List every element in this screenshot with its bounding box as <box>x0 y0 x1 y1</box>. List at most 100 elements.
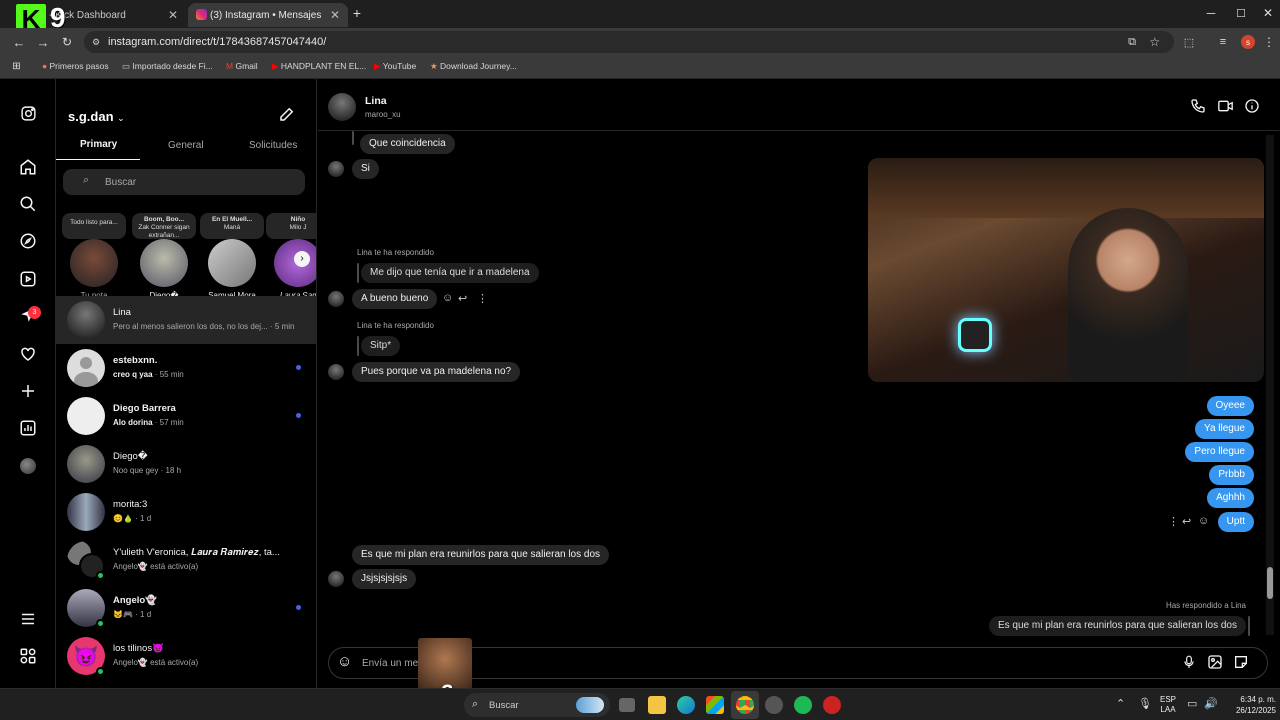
message-bubble[interactable]: Que coincidencia <box>360 134 455 154</box>
media-icon[interactable]: ≡ <box>1216 35 1230 49</box>
video-call-icon[interactable] <box>1217 98 1234 119</box>
tray-chevron-icon[interactable]: ⌃ <box>1116 697 1125 710</box>
contact-avatar[interactable] <box>328 93 356 121</box>
volume-icon[interactable]: 🔊 <box>1204 697 1218 710</box>
file-explorer-icon[interactable] <box>648 696 666 714</box>
extensions-icon[interactable]: ⬚ <box>1182 35 1196 49</box>
tab-solicitudes[interactable]: Solicitudes <box>249 140 297 151</box>
new-tab-icon[interactable]: + <box>350 5 364 21</box>
bookmark-gmail[interactable]: M Gmail <box>226 61 258 71</box>
site-info-icon[interactable]: ⚙ <box>92 31 100 53</box>
create-icon[interactable] <box>16 379 40 403</box>
bookmark-primeros-pasos[interactable]: ● Primeros pasos <box>42 61 109 71</box>
search-icon[interactable] <box>16 192 40 216</box>
back-icon[interactable]: ← <box>12 35 26 50</box>
store-icon[interactable] <box>706 696 724 714</box>
stories-next-button[interactable]: › <box>294 251 310 267</box>
clock[interactable]: 6:34 p. m. 26/12/2025 <box>1220 694 1276 716</box>
bookmark-handplant[interactable]: ▶ HANDPLANT EN EL... <box>272 61 366 72</box>
profile-avatar[interactable] <box>16 454 40 478</box>
scrollbar-thumb[interactable] <box>1267 567 1273 599</box>
reply-icon[interactable]: ↩ <box>1182 515 1191 528</box>
image-icon[interactable] <box>1207 654 1223 675</box>
tab-general[interactable]: General <box>168 140 204 151</box>
forward-icon[interactable]: → <box>36 35 50 50</box>
maximize-icon[interactable]: ☐ <box>1234 6 1248 20</box>
spotify-icon[interactable] <box>794 696 812 714</box>
instagram-logo-icon[interactable] <box>16 101 40 125</box>
reload-icon[interactable]: ↻ <box>60 35 74 49</box>
story-your-note[interactable]: Todo listo para... Tu nota <box>62 213 126 300</box>
sent-message-bubble[interactable]: Oyeee <box>1206 396 1254 416</box>
sticker-icon[interactable] <box>1233 654 1249 675</box>
emoji-react-icon[interactable]: ☺ <box>1198 515 1209 527</box>
story-laura[interactable]: NiñoMilo J 𝐿𝑎𝑢𝑟𝑎 𝑆𝑎𝑛 <box>266 213 316 300</box>
conversation-morita[interactable]: morita:3 😊🍐 · 1 d <box>56 488 316 536</box>
sent-message-bubble[interactable]: Pero llegue <box>1185 442 1254 462</box>
task-view-icon[interactable] <box>619 698 635 712</box>
more-options-icon[interactable]: ⋮ <box>477 292 488 305</box>
sent-message-bubble[interactable]: Prbbb <box>1209 465 1254 485</box>
conversation-los-tilinos[interactable]: 😈 los tilinos😈 Angelo👻 está activo(a) <box>56 632 316 680</box>
close-icon[interactable]: ✕ <box>168 8 178 22</box>
chrome-icon[interactable] <box>736 696 754 714</box>
taskbar-search[interactable]: ⌕ Buscar <box>464 693 610 717</box>
explore-icon[interactable] <box>16 229 40 253</box>
home-icon[interactable] <box>16 155 40 179</box>
microphone-icon[interactable] <box>1182 654 1196 675</box>
account-switcher[interactable]: s.g.dan ⌄ <box>68 109 125 124</box>
story-diego[interactable]: Boom, Boo... Zak Conner sigan extrañan...… <box>132 213 196 300</box>
conversation-group-yulieth[interactable]: Y'ulieth V'eronica, 𝑳𝒂𝒖𝒓𝒂 𝑹𝒂𝒎𝒊𝒓𝒆𝒛, ta...… <box>56 536 316 584</box>
new-message-icon[interactable] <box>278 105 296 128</box>
emoji-react-icon[interactable]: ☺ <box>442 292 453 304</box>
message-bubble[interactable]: Si <box>352 159 379 179</box>
info-icon[interactable] <box>1244 98 1260 119</box>
bookmark-youtube[interactable]: ▶ YouTube <box>374 61 416 72</box>
recording-app-icon[interactable] <box>823 696 841 714</box>
message-bubble[interactable]: Es que mi plan era reunirlos para que sa… <box>352 545 610 565</box>
app-icon[interactable] <box>765 696 783 714</box>
story-samuel-mora[interactable]: En El Muell...Maná Samuel Mora <box>200 213 264 300</box>
message-bubble[interactable]: A bueno bueno <box>352 289 438 309</box>
dashboard-icon[interactable] <box>16 416 40 440</box>
minimize-icon[interactable]: ─ <box>1204 6 1218 20</box>
quoted-message[interactable]: Sitp* <box>361 336 401 356</box>
sent-message-bubble[interactable]: Uptt <box>1217 512 1254 532</box>
bookmark-star-icon[interactable]: ☆ <box>1149 31 1160 53</box>
scrollbar[interactable] <box>1266 135 1274 635</box>
conversation-angelo[interactable]: Angelo👻 🐱🎮 · 1 d <box>56 584 316 632</box>
phone-icon[interactable] <box>1190 98 1206 119</box>
tab-instagram[interactable]: (3) Instagram • Mensajes ✕ <box>188 3 348 27</box>
quoted-message[interactable]: Es que mi plan era reunirlos para que sa… <box>988 616 1246 636</box>
tab-primary[interactable]: Primary <box>80 139 117 150</box>
mic-tray-icon[interactable]: 🎙 <box>1138 697 1152 710</box>
profile-avatar[interactable]: s <box>1241 35 1255 49</box>
edge-icon[interactable] <box>677 696 695 714</box>
bookmark-importado[interactable]: ▭ Importado desde Fi... <box>122 61 213 72</box>
menu-icon[interactable]: ⋮ <box>1263 35 1275 49</box>
contact-name[interactable]: Lina <box>365 95 387 107</box>
close-window-icon[interactable]: ✕ <box>1261 6 1275 20</box>
language-indicator[interactable]: ESP LAA <box>1160 695 1176 715</box>
conversation-diego[interactable]: Diego� Noo que gey · 18 h <box>56 440 316 488</box>
message-bubble[interactable]: Pues porque va pa madelena no? <box>352 362 521 382</box>
network-icon[interactable]: ▭ <box>1187 697 1197 710</box>
url-field[interactable]: ⚙ instagram.com/direct/t/178436874570474… <box>84 31 1174 53</box>
more-options-icon[interactable]: ⋮ <box>1168 515 1179 528</box>
sent-message-bubble[interactable]: Aghhh <box>1207 488 1254 508</box>
conversation-diego-barrera[interactable]: Diego Barrera Alo dorina · 57 min <box>56 392 316 440</box>
bookmark-download-journey[interactable]: ★ Download Journey... <box>430 61 517 72</box>
apps-icon[interactable]: ⊞ <box>11 61 22 72</box>
shared-photo[interactable] <box>868 158 1264 382</box>
reply-icon[interactable]: ↩ <box>458 292 467 305</box>
install-icon[interactable]: ⧉ <box>1128 31 1136 53</box>
conversation-lina[interactable]: Lina Pero al menos salieron los dos, no … <box>56 296 316 344</box>
threads-icon[interactable] <box>16 644 40 668</box>
reels-icon[interactable] <box>16 267 40 291</box>
more-menu-icon[interactable] <box>16 607 40 631</box>
message-bubble[interactable]: Jsjsjsjsjsjs <box>352 569 417 589</box>
heart-icon[interactable] <box>16 342 40 366</box>
emoji-icon[interactable]: ☺ <box>337 653 352 670</box>
search-input[interactable]: ⌕ Buscar <box>63 169 305 195</box>
conversation-estebxnn[interactable]: estebxnn. creo q yaa · 55 min <box>56 344 316 392</box>
